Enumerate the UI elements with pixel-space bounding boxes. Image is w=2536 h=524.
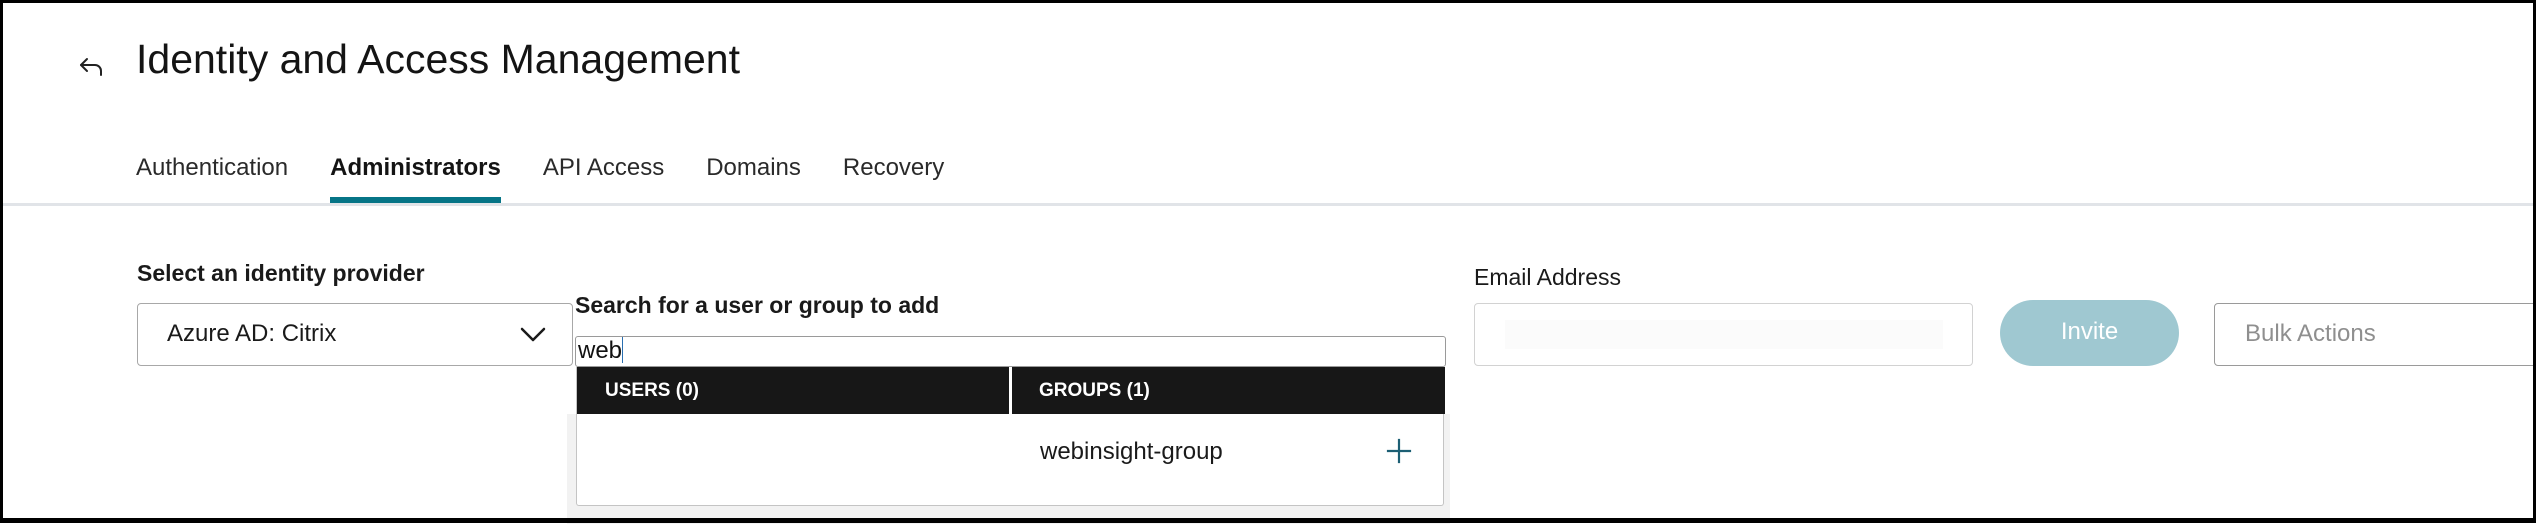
identity-provider-select[interactable]: Azure AD: Citrix [137, 303, 573, 366]
tab-authentication[interactable]: Authentication [136, 150, 288, 206]
tab-divider [3, 203, 2533, 206]
results-header: USERS (0) GROUPS (1) [577, 367, 1445, 414]
tab-api-access[interactable]: API Access [543, 150, 664, 206]
search-results-dropdown: USERS (0) GROUPS (1) webinsight-group [576, 367, 1445, 506]
text-caret [622, 337, 624, 363]
email-label: Email Address [1474, 264, 1622, 290]
bulk-actions-placeholder: Bulk Actions [2245, 320, 2376, 347]
tab-bar: Authentication Administrators API Access… [136, 150, 986, 206]
add-group-button[interactable] [1385, 437, 1413, 465]
tab-administrators[interactable]: Administrators [330, 150, 501, 206]
search-value: web [578, 337, 623, 364]
groups-column-header[interactable]: GROUPS (1) [1012, 367, 1445, 414]
identity-provider-value: Azure AD: Citrix [167, 320, 337, 347]
email-input-fill [1505, 320, 1943, 349]
search-label: Search for a user or group to add [575, 292, 940, 318]
back-arrow-icon [80, 58, 102, 76]
users-column-header[interactable]: USERS (0) [577, 367, 1009, 414]
plus-icon [1386, 438, 1412, 464]
identity-provider-label: Select an identity provider [137, 260, 425, 286]
invite-button[interactable]: Invite [2000, 300, 2179, 366]
tab-recovery[interactable]: Recovery [843, 150, 944, 206]
tab-domains[interactable]: Domains [706, 150, 801, 206]
chevron-down-icon [520, 327, 546, 342]
search-input[interactable]: web [575, 336, 1446, 367]
group-result-item[interactable]: webinsight-group [1040, 438, 1223, 466]
email-input[interactable] [1474, 303, 1973, 366]
page-title: Identity and Access Management [136, 36, 740, 82]
bulk-actions-select[interactable]: Bulk Actions [2214, 303, 2536, 366]
back-button[interactable] [74, 50, 108, 84]
